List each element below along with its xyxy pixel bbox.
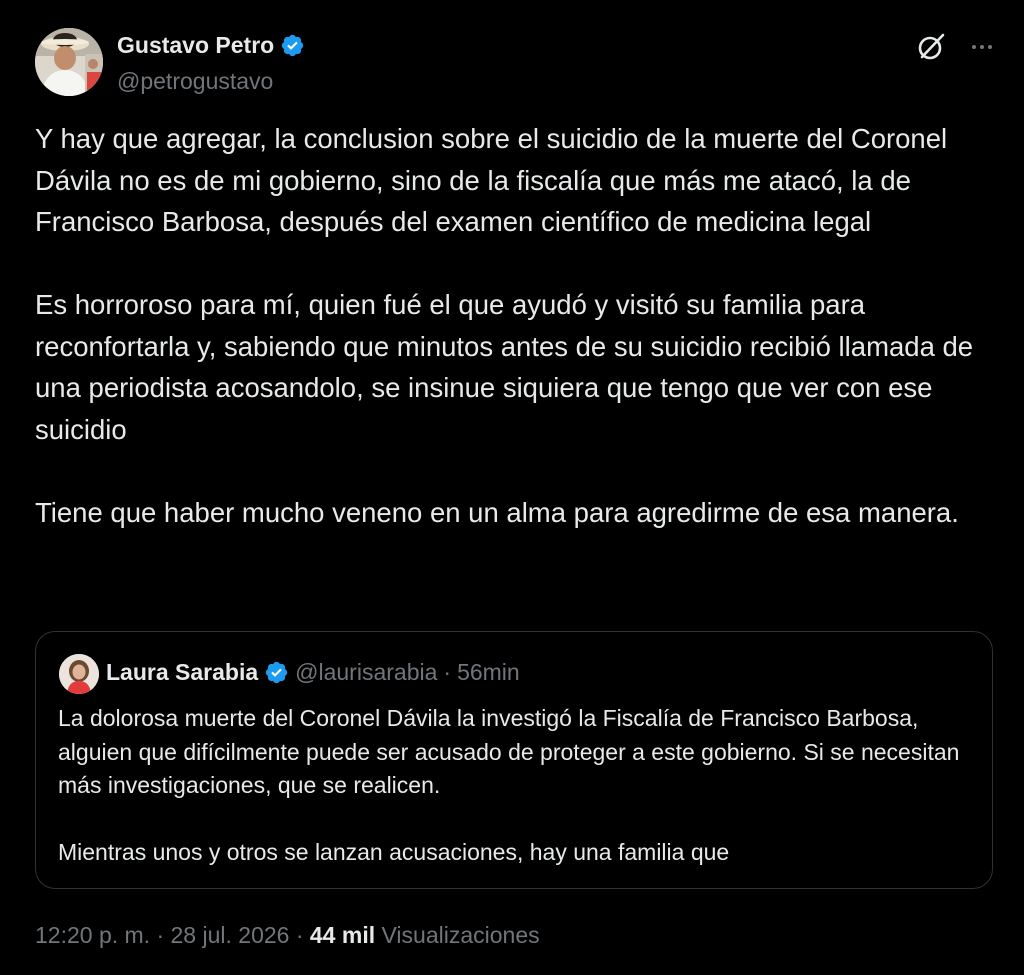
quoted-header: Laura Sarabia @laurisarabia · 56min xyxy=(106,659,520,686)
views-label: Visualizaciones xyxy=(381,922,540,948)
quoted-display-name: Laura Sarabia xyxy=(106,659,259,685)
quoted-avatar-image xyxy=(59,654,99,694)
verified-badge-icon xyxy=(264,660,289,685)
quoted-author-avatar xyxy=(59,654,99,694)
quoted-handle: @laurisarabia xyxy=(295,659,438,685)
verified-badge-icon[interactable] xyxy=(280,33,305,58)
avatar-image xyxy=(35,28,103,96)
views-count: 44 mil xyxy=(309,922,376,948)
quoted-text: La dolorosa muerte del Coronel Dávila la… xyxy=(58,702,968,870)
tweet-meta: 12:20 p. m. · 28 jul. 2026 · 44 mil Visu… xyxy=(35,922,540,949)
tweet-header: Gustavo Petro @petrogustavo xyxy=(35,28,995,98)
author-handle[interactable]: @petrogustavo xyxy=(117,68,273,95)
tweet-timestamp[interactable]: 12:20 p. m. · 28 jul. 2026 · xyxy=(35,922,304,948)
tweet-paragraph: Es horroroso para mí, quien fué el que a… xyxy=(35,289,974,445)
quoted-separator: · xyxy=(443,659,452,685)
tweet-paragraph: Y hay que agregar, la conclusion sobre e… xyxy=(35,123,948,237)
quoted-paragraph: Mientras unos y otros se lanzan acusacio… xyxy=(58,839,730,865)
author-avatar[interactable] xyxy=(35,28,103,96)
author-name-row: Gustavo Petro xyxy=(117,32,305,59)
more-options-icon[interactable] xyxy=(965,30,999,64)
quoted-time: 56min xyxy=(457,659,520,685)
tweet-paragraph: Tiene que haber mucho veneno en un alma … xyxy=(35,496,959,528)
tweet-text: Y hay que agregar, la conclusion sobre e… xyxy=(35,118,1005,533)
quoted-paragraph: La dolorosa muerte del Coronel Dávila la… xyxy=(58,705,960,798)
author-display-name[interactable]: Gustavo Petro xyxy=(117,32,274,59)
quoted-tweet-card[interactable]: Laura Sarabia @laurisarabia · 56min La d… xyxy=(35,631,993,889)
tweet: Gustavo Petro @petrogustavo Y hay que ag… xyxy=(0,0,1024,975)
grok-icon[interactable] xyxy=(915,30,949,64)
